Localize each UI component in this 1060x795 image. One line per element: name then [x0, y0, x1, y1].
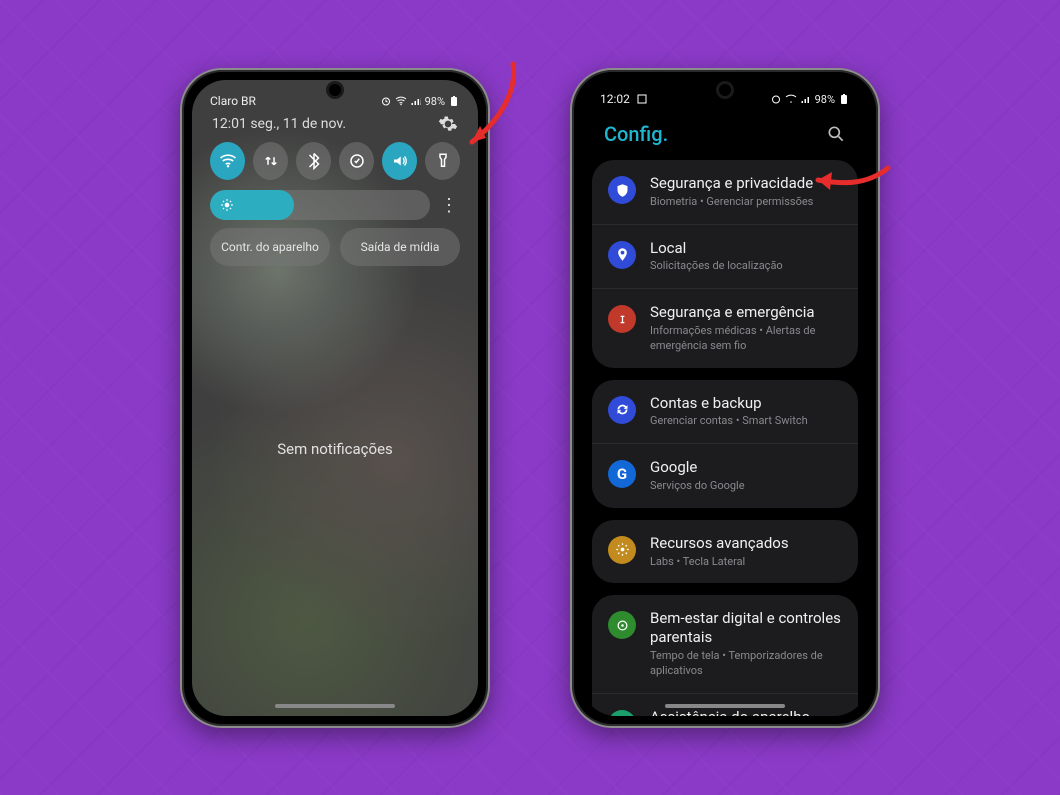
- side-button: [878, 210, 880, 290]
- item-sub: Informações médicas • Alertas de emergên…: [650, 324, 842, 354]
- qs-date: 12:01 seg., 11 de nov.: [212, 116, 346, 132]
- tile-sound[interactable]: [382, 142, 417, 180]
- settings-group: Bem-estar digital e controles parentais …: [592, 595, 858, 716]
- item-sub: Tempo de tela • Temporizadores de aplica…: [650, 649, 842, 679]
- gear-icon[interactable]: [438, 114, 458, 134]
- time-label: 12:02: [600, 92, 630, 106]
- annotation-arrow-left: [458, 56, 528, 160]
- gesture-bar[interactable]: [665, 704, 785, 708]
- camera-notch: [329, 84, 341, 96]
- item-title: Recursos avançados: [650, 534, 842, 553]
- item-sub: Solicitações de localização: [650, 259, 842, 274]
- media-output-button[interactable]: Saída de mídia: [340, 228, 460, 266]
- side-button: [488, 210, 490, 290]
- shield-icon: [608, 176, 636, 204]
- side-button: [878, 300, 880, 350]
- item-accounts-backup[interactable]: Contas e backup Gerenciar contas • Smart…: [592, 380, 858, 444]
- google-icon: G: [608, 460, 636, 488]
- item-title: Bem-estar digital e controles parentais: [650, 609, 842, 647]
- camera-notch: [719, 84, 731, 96]
- brightness-slider[interactable]: [210, 190, 430, 220]
- item-title: Local: [650, 239, 842, 258]
- qs-links: Contr. do aparelho Saída de mídia: [192, 228, 478, 276]
- item-title: Assistência do aparelho: [650, 708, 842, 716]
- brightness-row: ⋮: [192, 186, 478, 228]
- qs-header: 12:01 seg., 11 de nov.: [192, 110, 478, 140]
- settings-title: Config.: [604, 122, 668, 146]
- alarm-icon: [770, 93, 782, 105]
- item-advanced[interactable]: Recursos avançados Labs • Tecla Lateral: [592, 520, 858, 584]
- item-sub: Labs • Tecla Lateral: [650, 555, 842, 570]
- background-pattern: [0, 0, 1060, 795]
- settings-group: Recursos avançados Labs • Tecla Lateral: [592, 520, 858, 584]
- sync-icon: [608, 396, 636, 424]
- screenshot-icon: [636, 93, 648, 105]
- quick-settings-panel: Claro BR 98% 12:01 seg., 11 de nov.: [192, 80, 478, 716]
- settings-header: Config.: [582, 108, 868, 160]
- battery-percent: 98%: [815, 93, 835, 106]
- pin-icon: [608, 241, 636, 269]
- side-button: [488, 300, 490, 350]
- item-emergency[interactable]: Segurança e emergência Informações médic…: [592, 288, 858, 367]
- advanced-icon: [608, 536, 636, 564]
- status-icons: 98%: [380, 95, 460, 108]
- qs-tiles: [192, 140, 478, 186]
- tile-data[interactable]: [253, 142, 288, 180]
- gesture-bar[interactable]: [275, 704, 395, 708]
- media-output-label: Saída de mídia: [361, 240, 440, 254]
- item-location[interactable]: Local Solicitações de localização: [592, 224, 858, 289]
- tile-power-save[interactable]: [339, 142, 374, 180]
- item-digital-wellbeing[interactable]: Bem-estar digital e controles parentais …: [592, 595, 858, 692]
- item-title: Segurança e emergência: [650, 303, 842, 322]
- sun-icon: [220, 198, 234, 212]
- signal-icon: [410, 95, 422, 107]
- search-icon[interactable]: [826, 124, 846, 144]
- tile-flashlight[interactable]: [425, 142, 460, 180]
- item-sub: Gerenciar contas • Smart Switch: [650, 414, 842, 429]
- item-title: Google: [650, 458, 842, 477]
- tile-wifi[interactable]: [210, 142, 245, 180]
- item-google[interactable]: G Google Serviços do Google: [592, 443, 858, 508]
- settings-list[interactable]: Segurança e privacidade Biometria • Gere…: [582, 160, 868, 716]
- sos-icon: [608, 305, 636, 333]
- settings-group: Contas e backup Gerenciar contas • Smart…: [592, 380, 858, 508]
- battery-icon: [838, 93, 850, 105]
- device-controls-label: Contr. do aparelho: [221, 240, 319, 254]
- device-controls-button[interactable]: Contr. do aparelho: [210, 228, 330, 266]
- tile-bluetooth[interactable]: [296, 142, 331, 180]
- signal-icon: [800, 93, 812, 105]
- wellbeing-icon: [608, 611, 636, 639]
- annotation-arrow-right: [806, 160, 896, 214]
- status-icons: 98%: [770, 93, 850, 106]
- wifi-icon: [785, 93, 797, 105]
- phone-left: Claro BR 98% 12:01 seg., 11 de nov.: [180, 68, 490, 728]
- no-notifications-label: Sem notificações: [192, 440, 478, 458]
- carrier-label: Claro BR: [210, 94, 256, 108]
- assist-icon: [608, 710, 636, 716]
- alarm-icon: [380, 95, 392, 107]
- battery-percent: 98%: [425, 95, 445, 108]
- item-title: Contas e backup: [650, 394, 842, 413]
- more-icon[interactable]: ⋮: [438, 195, 460, 216]
- wifi-icon: [395, 95, 407, 107]
- item-sub: Serviços do Google: [650, 479, 842, 494]
